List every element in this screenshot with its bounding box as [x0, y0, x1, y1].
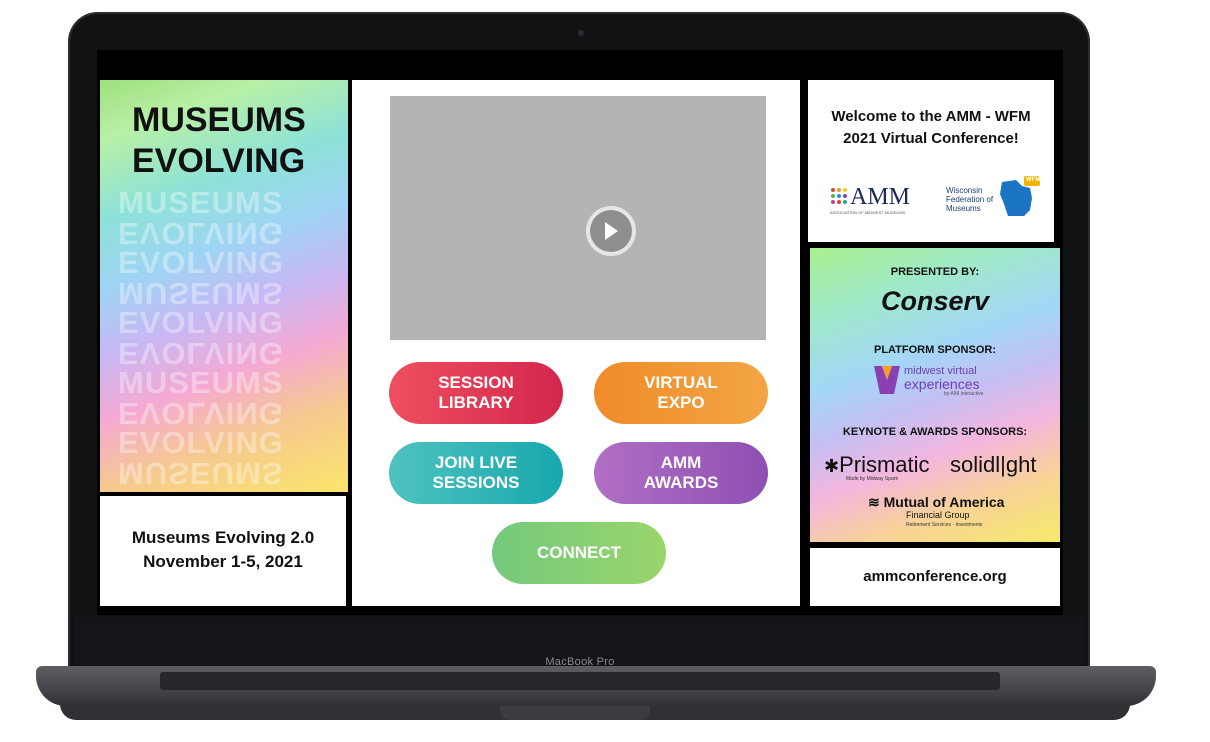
- mve-logo[interactable]: midwest virtual experiences by AIM inter…: [874, 360, 1024, 398]
- mve-icon: [874, 366, 900, 394]
- echo-text: EVOLVING: [118, 245, 284, 280]
- keyboard: [160, 672, 1000, 690]
- presented-by-label: PRESENTED BY:: [890, 266, 980, 278]
- echo-text: MUSEUMS: [118, 456, 284, 491]
- prismatic-icon: ✱: [824, 456, 840, 476]
- connect-button[interactable]: CONNECT: [492, 522, 666, 584]
- echo-text: MUSEUMS: [118, 365, 284, 400]
- keynote-sponsors-label: KEYNOTE & AWARDS SPONSORS:: [842, 426, 1028, 438]
- echo-text: MUSEUMS: [118, 276, 284, 311]
- virtual-expo-button[interactable]: VIRTUAL EXPO: [594, 362, 768, 424]
- play-button[interactable]: [586, 206, 636, 256]
- event-info-panel: Museums Evolving 2.0 November 1-5, 2021: [100, 496, 346, 606]
- wfm-logo-text: Wisconsin Federation of Museums: [946, 186, 994, 213]
- video-player[interactable]: [390, 96, 766, 340]
- echo-text: EVOLVING: [118, 305, 284, 340]
- platform-sponsor-label: PLATFORM SPONSOR:: [873, 344, 996, 356]
- hero-title: MUSEUMS EVOLVING: [132, 100, 306, 182]
- hero-title-line1: MUSEUMS: [132, 101, 306, 139]
- wfm-badge: WFM: [1026, 177, 1041, 183]
- welcome-text: Welcome to the AMM - WFM 2021 Virtual Co…: [831, 108, 1031, 147]
- session-library-button[interactable]: SESSION LIBRARY: [389, 362, 563, 424]
- mve-line3: by AIM interactive: [944, 391, 984, 397]
- url-panel: ammconference.org: [810, 548, 1060, 606]
- mutual-icon: ≋: [868, 494, 880, 510]
- mutual-subtext: Financial Group: [906, 510, 970, 520]
- event-dates: November 1-5, 2021: [143, 552, 303, 571]
- join-live-sessions-button[interactable]: JOIN LIVE SESSIONS: [389, 442, 563, 504]
- prismatic-text: Prismatic: [839, 452, 930, 477]
- amm-logo-subtext: ASSOCIATION OF MIDWEST MUSEUMS: [830, 210, 906, 215]
- conserv-logo[interactable]: Conserv: [810, 286, 1060, 317]
- echo-text: EVOLVING: [118, 336, 284, 371]
- prismatic-logo[interactable]: ✱Prismatic Made by Midway Spark: [824, 452, 930, 482]
- echo-text: EVOLVING: [118, 425, 284, 460]
- hero-title-line2: EVOLVING: [132, 142, 306, 180]
- conference-url[interactable]: ammconference.org: [810, 568, 1060, 585]
- main-panel: SESSION LIBRARY VIRTUAL EXPO JOIN LIVE S…: [352, 80, 800, 606]
- echo-text: EVOLVING: [118, 216, 284, 251]
- echo-text: MUSEUMS: [118, 185, 284, 220]
- hero-panel: MUSEUMS EVOLVING EVOLVING MUSEUMS EVOLVI…: [100, 80, 348, 492]
- sponsors-panel: PRESENTED BY: Conserv PLATFORM SPONSOR: …: [810, 248, 1060, 542]
- mutual-of-america-logo[interactable]: ≋ Mutual of America: [868, 494, 1004, 511]
- welcome-panel: Welcome to the AMM - WFM 2021 Virtual Co…: [808, 80, 1054, 242]
- prismatic-subtext: Made by Midway Spark: [846, 476, 898, 482]
- play-icon: [590, 210, 632, 252]
- mutual-tagline: Retirement Services · Investments: [906, 522, 983, 528]
- wfm-logo: Wisconsin Federation of Museums WFM: [946, 176, 1042, 218]
- mutual-text: Mutual of America: [883, 494, 1005, 510]
- mve-line2: experiences: [904, 376, 980, 392]
- echo-text: EVOLVING: [118, 396, 284, 431]
- camera-icon: [578, 30, 584, 36]
- event-name: Museums Evolving 2.0: [131, 528, 315, 547]
- amm-logo: AMM ASSOCIATION OF MIDWEST MUSEUMS: [830, 184, 940, 215]
- lid-notch: [500, 706, 650, 720]
- amm-awards-button[interactable]: AMM AWARDS: [594, 442, 768, 504]
- amm-logo-text: AMM: [850, 184, 911, 210]
- solidlight-logo[interactable]: solidl|ght: [950, 452, 1036, 478]
